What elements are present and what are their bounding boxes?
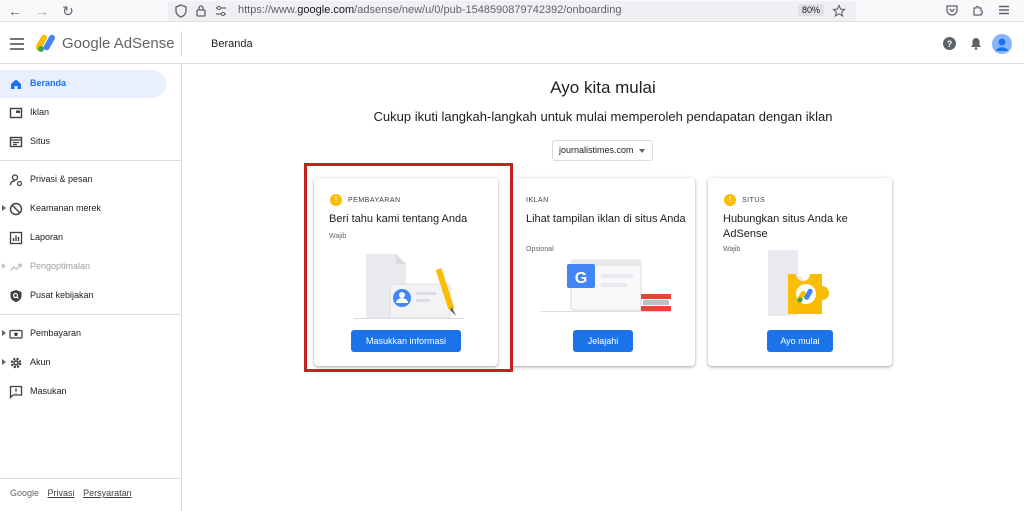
sidebar-divider: [0, 478, 182, 479]
shield-icon: [175, 4, 187, 18]
sidebar-item-label: Privasi & pesan: [30, 174, 93, 184]
card-title: Lihat tampilan iklan di situs Anda: [526, 213, 686, 225]
sidebar-item-label: Pusat kebijakan: [30, 290, 94, 300]
footer-terms-link[interactable]: Persyaratan: [83, 488, 132, 498]
sidebar-item-label: Akun: [30, 357, 51, 367]
highlight-annotation: [304, 163, 513, 372]
sidebar-item-label: Beranda: [30, 78, 67, 88]
warning-icon: !: [724, 194, 736, 206]
url-text: https://www.google.com/adsense/new/u/0/p…: [238, 4, 622, 16]
zoom-level[interactable]: 80%: [798, 4, 825, 16]
sidebar-item-situs[interactable]: Situs: [0, 128, 166, 156]
sidebar-item-label: Keamanan merek: [30, 203, 102, 213]
pocket-icon[interactable]: [945, 3, 959, 17]
sidebar-item-iklan[interactable]: Iklan: [0, 99, 166, 127]
sites-card: ! SITUS Hubungkan situs Anda ke AdSense …: [708, 178, 892, 366]
onboarding-subtitle: Cukup ikuti langkah-langkah untuk mulai …: [373, 109, 833, 124]
footer-google-label: Google: [10, 488, 40, 498]
card-kicker: SITUS: [742, 197, 766, 204]
sidebar-item-akun[interactable]: Akun: [0, 349, 166, 377]
sidebar-item-beranda[interactable]: Beranda: [0, 70, 166, 98]
sidebar-item-label: Laporan: [30, 232, 64, 242]
hamburger-menu-icon[interactable]: [10, 38, 24, 50]
notifications-bell-icon[interactable]: [970, 37, 982, 50]
svg-text:G: G: [575, 270, 587, 287]
reload-icon[interactable]: ↻: [59, 2, 77, 20]
get-started-button[interactable]: Ayo mulai: [767, 330, 833, 352]
back-icon[interactable]: ←: [6, 2, 24, 20]
sidebar-item-label: Pengoptimalan: [30, 261, 91, 271]
menu-icon[interactable]: [997, 3, 1011, 17]
site-select-dropdown[interactable]: journalistimes.com: [552, 140, 653, 161]
card-kicker: IKLAN: [526, 197, 549, 204]
sidebar: Beranda Iklan Situs Privasi & pesan Keam…: [0, 64, 182, 511]
permissions-icon[interactable]: [214, 4, 228, 18]
sidebar-item-label: Situs: [30, 136, 51, 146]
adsense-logo: [36, 34, 55, 52]
expand-caret-icon: [2, 205, 6, 211]
sites-icon: [9, 136, 23, 148]
extensions-icon[interactable]: [971, 3, 985, 17]
sidebar-divider: [0, 314, 182, 315]
sidebar-item-keamanan-merek[interactable]: Keamanan merek: [0, 195, 166, 223]
ads-card: IKLAN Lihat tampilan iklan di situs Anda…: [511, 178, 695, 366]
sidebar-item-label: Pembayaran: [30, 328, 82, 338]
sidebar-item-pembayaran[interactable]: Pembayaran: [0, 320, 166, 348]
explore-button[interactable]: Jelajahi: [573, 330, 633, 352]
ads-preview-illustration: G: [541, 259, 671, 312]
sidebar-item-label: Iklan: [30, 107, 50, 117]
policy-shield-icon: [10, 290, 22, 302]
card-requirement: Opsional: [526, 246, 554, 253]
browser-toolbar: ← → ↻ https://www.google.com/adsense/new…: [0, 0, 1024, 22]
block-icon: [9, 202, 23, 216]
card-title: Hubungkan situs Anda ke AdSense: [723, 213, 848, 240]
feedback-icon: [9, 385, 23, 399]
lock-icon: [196, 5, 206, 17]
puzzle-connect-illustration: [768, 250, 829, 316]
sidebar-divider: [0, 160, 182, 161]
ads-icon: [9, 107, 23, 119]
page-title: Beranda: [211, 38, 253, 50]
sidebar-item-pusat-kebijakan[interactable]: Pusat kebijakan: [0, 282, 166, 310]
onboarding-title: Ayo kita mulai: [550, 78, 656, 97]
forward-icon[interactable]: →: [33, 2, 51, 20]
expand-caret-icon: [2, 263, 6, 269]
expand-caret-icon: [2, 330, 6, 336]
sidebar-footer: Google Privasi Persyaratan: [10, 488, 132, 498]
expand-caret-icon: [2, 359, 6, 365]
sidebar-item-pengoptimalan[interactable]: Pengoptimalan: [0, 253, 166, 281]
settings-gear-icon: [10, 357, 22, 369]
sidebar-item-privasi-pesan[interactable]: Privasi & pesan: [0, 166, 166, 194]
payments-icon: [9, 329, 23, 339]
header-divider: [181, 31, 182, 57]
site-select-value: journalistimes.com: [559, 145, 634, 155]
trending-icon: [10, 263, 22, 271]
help-icon[interactable]: ?: [943, 37, 956, 50]
brand-name: Google AdSense: [62, 35, 175, 52]
bookmark-star-icon[interactable]: [832, 4, 846, 18]
avatar[interactable]: [992, 34, 1012, 54]
sidebar-item-laporan[interactable]: Laporan: [0, 224, 166, 252]
svg-text:?: ?: [947, 39, 953, 49]
home-icon: [11, 79, 21, 89]
dropdown-arrow-icon: [639, 149, 645, 153]
footer-privacy-link[interactable]: Privasi: [48, 488, 75, 498]
privacy-user-icon: [9, 174, 23, 187]
app-header: Google AdSense Beranda ?: [0, 23, 1024, 64]
sidebar-item-label: Masukan: [30, 386, 67, 396]
reports-icon: [9, 231, 23, 245]
sidebar-item-masukan[interactable]: Masukan: [0, 378, 166, 406]
address-bar[interactable]: https://www.google.com/adsense/new/u/0/p…: [168, 1, 856, 21]
